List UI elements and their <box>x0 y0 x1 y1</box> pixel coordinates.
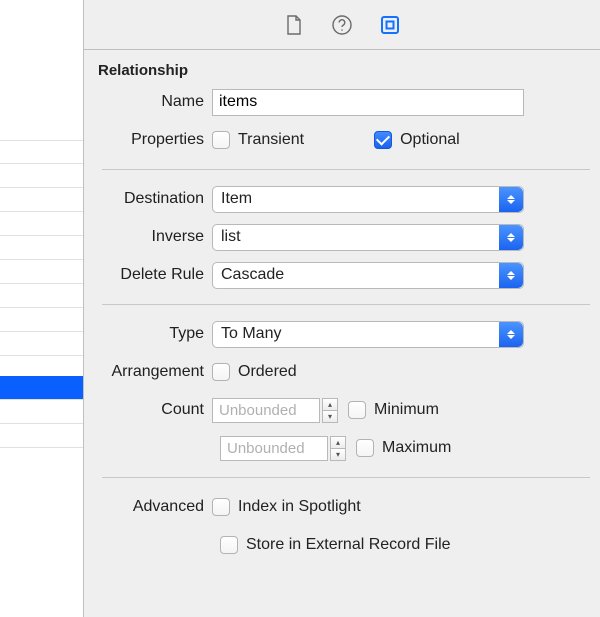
sidebar <box>0 0 84 617</box>
transient-label: Transient <box>238 131 304 149</box>
type-value: To Many <box>221 325 281 343</box>
maximum-label: Maximum <box>382 439 451 457</box>
delete-rule-label: Delete Rule <box>94 266 212 284</box>
store-external-label: Store in External Record File <box>246 536 451 554</box>
divider <box>102 304 590 305</box>
name-field[interactable] <box>212 89 524 116</box>
sidebar-row[interactable] <box>0 212 83 236</box>
count-min-stepper[interactable]: ▴ ▾ <box>212 398 338 423</box>
inverse-value: list <box>221 228 241 246</box>
chevron-updown-icon <box>499 322 523 347</box>
divider <box>102 477 590 478</box>
count-label: Count <box>94 401 212 419</box>
transient-checkbox[interactable] <box>212 131 230 149</box>
stepper-down-icon[interactable]: ▾ <box>322 411 338 423</box>
name-label: Name <box>94 93 212 111</box>
minimum-label: Minimum <box>374 401 439 419</box>
sidebar-row[interactable] <box>0 284 83 308</box>
index-spotlight-label: Index in Spotlight <box>238 498 361 516</box>
arrangement-label: Arrangement <box>94 363 212 381</box>
inverse-select[interactable]: list <box>212 224 524 251</box>
stepper-down-icon[interactable]: ▾ <box>330 449 346 461</box>
optional-label: Optional <box>400 131 460 149</box>
index-spotlight-checkbox[interactable] <box>212 498 230 516</box>
sidebar-row[interactable] <box>0 164 83 188</box>
inspector-toolbar <box>84 0 600 50</box>
chevron-updown-icon <box>499 225 523 250</box>
type-select[interactable]: To Many <box>212 321 524 348</box>
data-model-inspector-icon[interactable] <box>379 14 401 36</box>
help-inspector-icon[interactable] <box>331 14 353 36</box>
sidebar-row[interactable] <box>0 308 83 332</box>
sidebar-row[interactable] <box>0 332 83 356</box>
count-max-stepper[interactable]: ▴ ▾ <box>220 436 346 461</box>
count-min-field[interactable] <box>212 398 320 423</box>
delete-rule-select[interactable]: Cascade <box>212 262 524 289</box>
optional-checkbox[interactable] <box>374 131 392 149</box>
inverse-label: Inverse <box>94 228 212 246</box>
ordered-label: Ordered <box>238 363 297 381</box>
advanced-label: Advanced <box>94 498 212 516</box>
delete-rule-value: Cascade <box>221 266 284 284</box>
count-max-field[interactable] <box>220 436 328 461</box>
stepper-up-icon[interactable]: ▴ <box>322 398 338 411</box>
ordered-checkbox[interactable] <box>212 363 230 381</box>
divider <box>102 169 590 170</box>
file-inspector-icon[interactable] <box>283 14 305 36</box>
destination-value: Item <box>221 190 252 208</box>
type-label: Type <box>94 325 212 343</box>
sidebar-row[interactable] <box>0 188 83 212</box>
stepper-up-icon[interactable]: ▴ <box>330 436 346 449</box>
sidebar-row[interactable] <box>0 260 83 284</box>
sidebar-row[interactable] <box>0 424 83 448</box>
chevron-updown-icon <box>499 187 523 212</box>
chevron-updown-icon <box>499 263 523 288</box>
sidebar-row-selected[interactable] <box>0 376 83 400</box>
destination-select[interactable]: Item <box>212 186 524 213</box>
properties-label: Properties <box>94 131 212 149</box>
sidebar-row[interactable] <box>0 236 83 260</box>
destination-label: Destination <box>94 190 212 208</box>
sidebar-row[interactable] <box>0 140 83 164</box>
store-external-checkbox[interactable] <box>220 536 238 554</box>
section-title: Relationship <box>98 62 590 79</box>
minimum-checkbox[interactable] <box>348 401 366 419</box>
sidebar-row[interactable] <box>0 400 83 424</box>
maximum-checkbox[interactable] <box>356 439 374 457</box>
